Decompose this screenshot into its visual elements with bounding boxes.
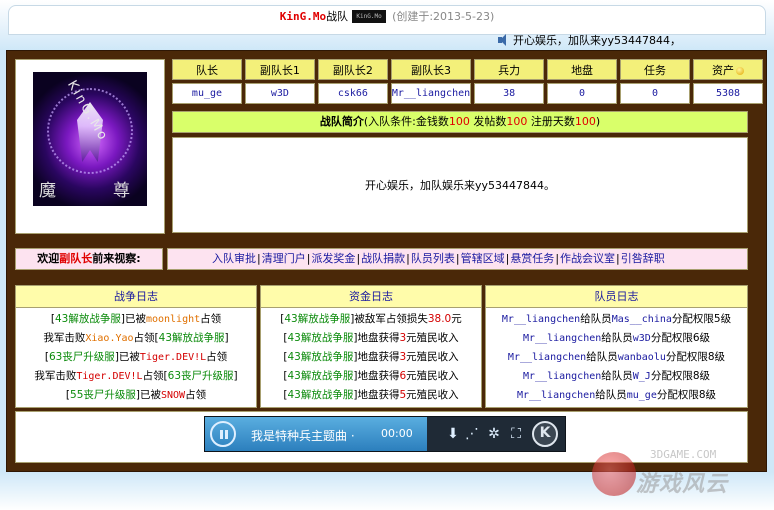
- list-item: [43解放战争服]地盘获得3元殖民收入: [283, 332, 459, 344]
- fund-log-panel: 资金日志 [43解放战争服]被敌军占领损失38.0元 [43解放战争服]地盘获得…: [260, 285, 482, 408]
- list-item: 我军击败Tiger.DEV!L占领[63丧尸升级服]: [34, 370, 238, 382]
- intro-body: 开心娱乐，加队娱乐来yy53447844。: [172, 137, 748, 233]
- avatar-char-left: 魔: [39, 181, 56, 201]
- header-vice2: 副队长2: [317, 59, 388, 80]
- team-name: KinG.Mo: [279, 9, 327, 23]
- header-vice1: 副队长1: [244, 59, 315, 80]
- intro-title: 战队简介: [319, 115, 364, 128]
- link-member-list[interactable]: 队员列表: [411, 252, 455, 265]
- link-resign[interactable]: 引咎辞职: [621, 252, 665, 265]
- stats-value-row: mu_ge w3D csk66 Mr__liangchen 38 0 0 530…: [172, 83, 763, 104]
- close-icon[interactable]: K: [532, 421, 558, 447]
- welcome-role: 副队长: [59, 252, 93, 265]
- fund-log-list: [43解放战争服]被敌军占领损失38.0元 [43解放战争服]地盘获得3元殖民收…: [261, 308, 481, 405]
- link-join-approval[interactable]: 入队审批: [212, 252, 256, 265]
- header-territory: 地盘: [547, 59, 618, 80]
- music-player: 我是特种兵主题曲 · 00:00 ⬇ ⋰ ✲ ⛶ K: [204, 416, 566, 452]
- list-item: [43解放战争服]地盘获得3元殖民收入: [283, 351, 459, 363]
- welcome-suffix: 前来视察:: [92, 252, 141, 265]
- stats-header-row: 队长 副队长1 副队长2 副队长3 兵力 地盘 任务 资产: [172, 59, 763, 80]
- watermark-domain: 3DGAME.COM: [650, 448, 717, 461]
- intro-money: 100: [448, 115, 470, 128]
- settings-icon[interactable]: ✲: [486, 426, 502, 442]
- announcement-marquee: 开心娱乐，加队来yy53447844，: [497, 33, 681, 47]
- welcome-label: 欢迎副队长前来视察:: [15, 248, 163, 270]
- watermark-text: 游戏风云: [636, 472, 729, 497]
- team-stats-table: 队长 副队长1 副队长2 副队长3 兵力 地盘 任务 资产 mu_ge w3D …: [169, 56, 766, 107]
- intro-cond-suffix: ): [595, 115, 601, 128]
- site-watermark: 3DGAME.COM 游戏风云: [586, 444, 772, 508]
- intro-days: 100: [574, 115, 596, 128]
- admin-menu: 入队审批|清理门户|派发奖金|战队捐款|队员列表|管辖区域|悬赏任务|作战会议室…: [167, 248, 748, 270]
- coin-icon: [735, 66, 744, 75]
- member-log-list: Mr__liangchen给队员Mas__china分配权限5级 Mr__lia…: [486, 308, 747, 405]
- header-vice3: 副队长3: [390, 59, 472, 80]
- list-item: Mr__liangchen给队员wanbaolu分配权限8级: [507, 351, 726, 363]
- header-tasks: 任务: [620, 59, 690, 80]
- team-suffix: 战队: [326, 10, 349, 23]
- link-war-room[interactable]: 作战会议室: [560, 252, 615, 265]
- war-log-panel: 战争日志 [43解放战争服]已被moonlight占领 我军击败Xiao.Yao…: [15, 285, 257, 408]
- member-log-title: 队员日志: [486, 286, 747, 308]
- intro-text: 开心娱乐，加队娱乐来yy53447844。: [364, 179, 555, 192]
- list-item: 我军击败Xiao.Yao占领[43解放战争服]: [43, 332, 229, 344]
- welcome-prefix: 欢迎: [37, 252, 60, 265]
- link-distribute-bonus[interactable]: 派发奖金: [311, 252, 355, 265]
- intro-days-label: 注册天数: [527, 115, 575, 128]
- war-log-title: 战争日志: [16, 286, 256, 308]
- value-tasks: 0: [620, 83, 690, 104]
- value-captain[interactable]: mu_ge: [172, 83, 242, 104]
- member-log-panel: 队员日志 Mr__liangchen给队员Mas__china分配权限5级 Mr…: [485, 285, 748, 408]
- track-time: 00:00: [381, 427, 413, 440]
- link-jurisdiction[interactable]: 管辖区域: [461, 252, 505, 265]
- war-log-list: [43解放战争服]已被moonlight占领 我军击败Xiao.Yao占领[43…: [16, 308, 256, 405]
- top-bar: KinG.Mo 战队 KinG.Mo (创建于:2013-5-23) 开心娱乐，…: [0, 0, 774, 50]
- header-assets: 资产: [692, 59, 763, 80]
- list-item: Mr__liangchen给队员w3D分配权限6级: [522, 332, 711, 344]
- speaker-icon: [497, 34, 510, 46]
- intro-cond-prefix: (入队条件:金钱数: [363, 115, 449, 128]
- announcement-text: 开心娱乐，加队来yy53447844，: [513, 34, 682, 47]
- fullscreen-icon[interactable]: ⛶: [508, 426, 524, 442]
- assets-label: 资产: [711, 63, 734, 77]
- avatar-box: KinG.Mo 魔 尊: [15, 59, 165, 234]
- list-item: Mr__liangchen给队员Mas__china分配权限5级: [501, 313, 732, 325]
- intro-posts: 100: [506, 115, 528, 128]
- header-captain: 队长: [172, 59, 242, 80]
- link-bounty-tasks[interactable]: 悬赏任务: [510, 252, 554, 265]
- team-panel: KinG.Mo 魔 尊 队长 副队长1 副队长2 副队长3 兵力 地盘 任务 资…: [6, 50, 767, 472]
- list-item: [43解放战争服]地盘获得5元殖民收入: [283, 389, 459, 401]
- fund-log-title: 资金日志: [261, 286, 481, 308]
- list-item: [43解放战争服]地盘获得6元殖民收入: [283, 370, 459, 382]
- list-item: [43解放战争服]被敌军占领损失38.0元: [280, 313, 462, 325]
- header-troops: 兵力: [474, 59, 545, 80]
- list-item: Mr__liangchen给队员mu_ge分配权限8级: [516, 389, 717, 401]
- value-territory: 0: [547, 83, 618, 104]
- list-item: Mr__liangchen给队员W_J分配权限8级: [522, 370, 711, 382]
- value-troops: 38: [474, 83, 545, 104]
- team-avatar: KinG.Mo 魔 尊: [33, 72, 147, 206]
- link-purge-members[interactable]: 清理门户: [262, 252, 306, 265]
- value-assets: 5308: [692, 83, 763, 104]
- watermark-logo-icon: [592, 452, 636, 496]
- value-vice2[interactable]: csk66: [317, 83, 388, 104]
- list-item: [43解放战争服]已被moonlight占领: [50, 313, 222, 325]
- created-date: (创建于:2013-5-23): [392, 10, 495, 23]
- avatar-char-right: 尊: [113, 181, 130, 201]
- share-icon[interactable]: ⋰: [464, 426, 480, 442]
- list-item: [63丧尸升级服]已被Tiger.DEV!L占领: [44, 351, 228, 363]
- download-icon[interactable]: ⬇: [445, 426, 461, 442]
- value-vice1[interactable]: w3D: [244, 83, 315, 104]
- track-name: 我是特种兵主题曲 ·: [251, 429, 355, 443]
- list-item: [55丧尸升级服]已被SNOW占领: [65, 389, 207, 401]
- page-title: KinG.Mo 战队 KinG.Mo (创建于:2013-5-23): [0, 7, 774, 25]
- pause-icon[interactable]: [210, 421, 236, 447]
- value-vice3[interactable]: Mr__liangchen: [390, 83, 472, 104]
- intro-posts-label: 发帖数: [469, 115, 507, 128]
- link-team-donate[interactable]: 战队捐款: [361, 252, 405, 265]
- team-mini-logo: KinG.Mo: [352, 9, 387, 23]
- intro-title-bar: 战队简介(入队条件:金钱数100 发帖数100 注册天数100): [172, 111, 748, 133]
